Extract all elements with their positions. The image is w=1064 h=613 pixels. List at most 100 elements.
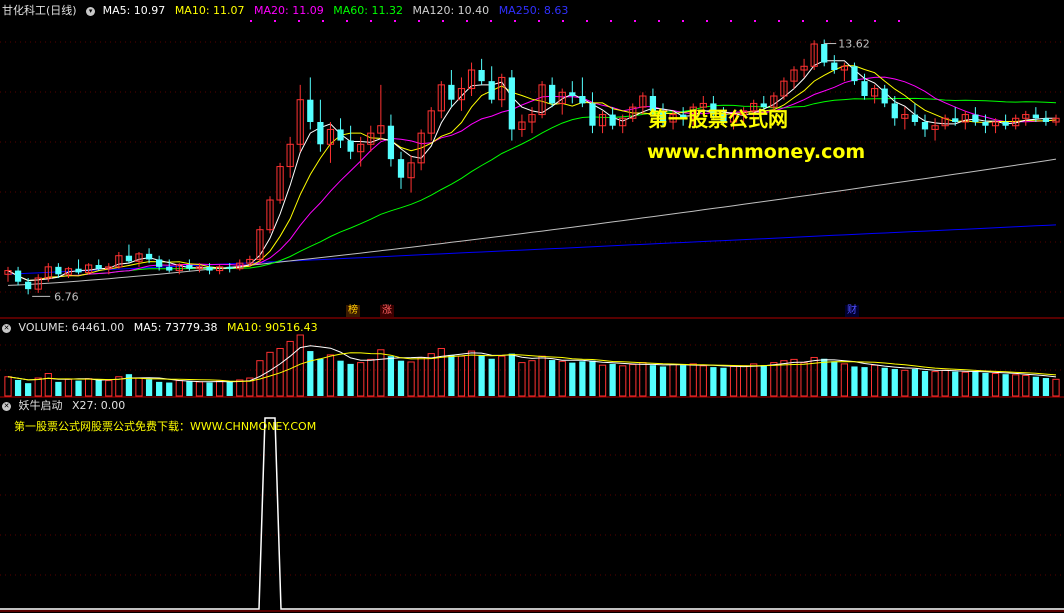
volume-bar (186, 381, 193, 396)
candle-body (911, 114, 919, 122)
ma10-readout: MA10: 11.07 (174, 4, 245, 17)
toggle-icon[interactable]: ✕ (2, 401, 11, 411)
volume-header: ✕ VOLUME: 64461.00 MA5: 73779.38 MA10: 9… (2, 320, 324, 335)
volume-bar (417, 356, 425, 397)
candle-body (95, 265, 102, 269)
candle-body (1042, 118, 1050, 122)
event-marker (802, 20, 804, 22)
candle-body (609, 114, 616, 126)
event-marker (586, 20, 588, 22)
promo-text: 第一股票公式网股票公式免费下载：WWW.CHNMONEY.COM (14, 420, 317, 433)
volume-bar (1042, 378, 1050, 396)
volume-bar (518, 362, 526, 397)
volume-bar (397, 360, 405, 396)
ma5-line (7, 60, 1056, 282)
candle-body (307, 99, 314, 122)
volume-bar (1002, 374, 1009, 396)
high-label: 13.62 (838, 38, 870, 51)
volume-bar (528, 360, 536, 397)
volume-bar (1012, 374, 1020, 397)
main-header: 甘化科工(日线) ▾ MA5: 10.97 MA10: 11.07 MA20: … (2, 3, 574, 18)
candle-body (569, 92, 576, 96)
event-marker (706, 20, 708, 22)
volume-bar (538, 355, 546, 397)
candle-body (55, 266, 62, 275)
tag-cai[interactable]: 财 (845, 305, 859, 317)
volume-bar (145, 379, 153, 396)
volume-bar (105, 380, 113, 397)
candle-body (549, 84, 556, 104)
volume-bar (64, 378, 73, 397)
volume-bar (387, 356, 395, 396)
toggle-icon[interactable]: ✕ (2, 323, 11, 333)
volume-bar (1022, 374, 1030, 397)
indicator-line (0, 417, 1064, 610)
candle-body (145, 253, 153, 260)
volume-bar (357, 362, 365, 397)
candle-body (448, 84, 455, 100)
event-marker (874, 20, 876, 22)
toggle-icon[interactable]: ▾ (86, 6, 96, 16)
volume-bar (266, 351, 274, 397)
volume-bar (659, 366, 667, 396)
volume-bar (195, 381, 204, 397)
candle-body (891, 103, 898, 119)
volume-bar (921, 370, 929, 396)
candle-body (972, 114, 979, 122)
volume-bar (95, 379, 102, 396)
low-label: 6.76 (54, 290, 79, 303)
volume-bar (649, 365, 657, 396)
volume-bar (840, 363, 849, 397)
candle-body (488, 81, 495, 100)
volume-bar (911, 369, 919, 396)
volume-bar (347, 363, 354, 396)
volume-bar (407, 361, 415, 397)
event-marker (346, 20, 348, 22)
volume-bar (549, 360, 556, 396)
candle-body (166, 266, 173, 271)
candle-body (589, 103, 596, 126)
volume-bar (488, 358, 495, 396)
candle-body (387, 125, 395, 160)
volume-bar (307, 351, 314, 396)
volume-bar (589, 360, 596, 396)
watermark-url: www.chnmoney.com (647, 141, 866, 163)
indicator-title[interactable]: 妖牛启动 (19, 399, 63, 412)
candle-body (982, 122, 989, 126)
candle-body (125, 255, 133, 262)
volume-bar (84, 378, 93, 397)
candle-body (397, 159, 405, 178)
ma20-readout: MA20: 11.09 (254, 4, 324, 17)
stock-title[interactable]: 甘化科工(日线) (2, 4, 77, 17)
tag-zhang[interactable]: 涨 (380, 305, 394, 317)
volume-bar (75, 380, 82, 396)
event-marker (730, 20, 732, 22)
volume-bar (639, 362, 647, 397)
volume-bar (478, 354, 485, 396)
volume-bar (1032, 376, 1039, 396)
volume-bar (467, 350, 476, 397)
event-marker (898, 20, 900, 22)
event-marker (754, 20, 756, 22)
volume-bar (326, 354, 335, 397)
candle-body (226, 266, 233, 269)
candle-body (478, 70, 485, 82)
candle-body (75, 268, 82, 273)
volume-bar (215, 380, 224, 397)
volume-bar (226, 381, 233, 396)
volume-bar (831, 361, 838, 396)
volume-bar (427, 353, 435, 397)
candle-body (337, 129, 344, 141)
volume-bar (44, 373, 52, 397)
ma120-readout: MA120: 10.40 (412, 4, 490, 17)
event-marker (442, 20, 444, 22)
volume-bar (972, 371, 979, 396)
volume-bar (710, 367, 717, 396)
event-marker (562, 20, 564, 22)
volume-bar (870, 364, 879, 397)
event-marker (490, 20, 492, 22)
volume-bar (770, 362, 778, 397)
tag-bang[interactable]: 榜 (346, 305, 360, 317)
volume-bar (851, 366, 858, 396)
volume-bar (156, 381, 163, 396)
